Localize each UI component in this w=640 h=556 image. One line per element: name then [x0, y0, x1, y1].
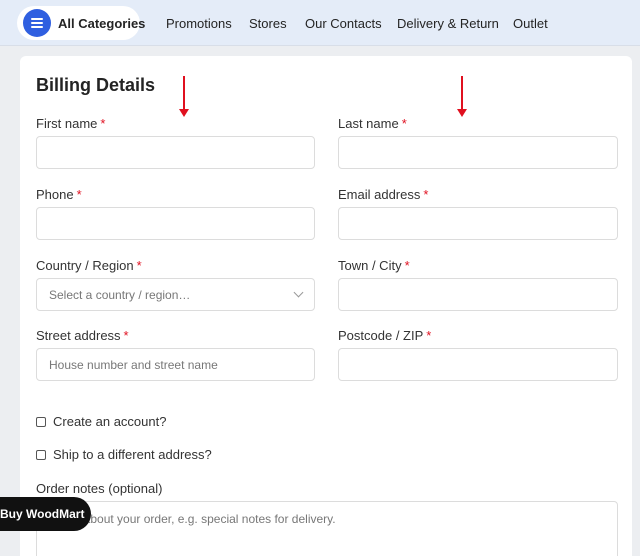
billing-details-title: Billing Details — [36, 75, 156, 95]
all-categories-button[interactable]: All Categories — [17, 6, 145, 40]
annotation-arrow-left — [179, 76, 189, 117]
first-name-label: First name * — [36, 116, 106, 131]
email-field[interactable] — [338, 207, 618, 240]
all-categories-label: All Categories — [58, 16, 146, 31]
top-navigation: All Categories Promotions Stores Our Con… — [0, 0, 640, 46]
nav-item-stores[interactable]: Stores — [249, 16, 287, 31]
required-mark: * — [423, 187, 429, 202]
postcode-label: Postcode / ZIP * — [338, 328, 432, 343]
street-placeholder: House number and street name — [49, 358, 218, 372]
order-notes-placeholder: Notes about your order, e.g. special not… — [49, 512, 336, 526]
country-placeholder: Select a country / region… — [49, 288, 191, 302]
nav-item-promotions[interactable]: Promotions — [166, 16, 232, 31]
last-name-field[interactable] — [338, 136, 618, 169]
buy-woodmart-button[interactable]: Buy WoodMart — [0, 497, 91, 531]
required-mark: * — [76, 187, 82, 202]
hamburger-menu-icon — [23, 9, 51, 37]
required-mark: * — [401, 116, 407, 131]
order-notes-textarea[interactable]: Notes about your order, e.g. special not… — [36, 501, 618, 556]
required-mark: * — [136, 258, 142, 273]
phone-label: Phone * — [36, 187, 82, 202]
required-mark: * — [123, 328, 129, 343]
ship-different-checkbox[interactable] — [36, 450, 46, 460]
street-field[interactable]: House number and street name — [36, 348, 315, 381]
required-mark: * — [100, 116, 106, 131]
first-name-field[interactable] — [36, 136, 315, 169]
country-label: Country / Region * — [36, 258, 142, 273]
required-mark: * — [404, 258, 410, 273]
email-label: Email address * — [338, 187, 429, 202]
last-name-label: Last name * — [338, 116, 407, 131]
required-mark: * — [426, 328, 432, 343]
annotation-arrow-right — [457, 76, 467, 117]
order-notes-label: Order notes (optional) — [36, 481, 163, 496]
city-label: Town / City * — [338, 258, 410, 273]
postcode-field[interactable] — [338, 348, 618, 381]
city-field[interactable] — [338, 278, 618, 311]
country-select[interactable]: Select a country / region… — [36, 278, 315, 311]
create-account-checkbox[interactable] — [36, 417, 46, 427]
ship-different-option[interactable]: Ship to a different address? — [36, 447, 256, 463]
create-account-label: Create an account? — [53, 414, 167, 429]
nav-item-outlet[interactable]: Outlet — [513, 16, 548, 31]
nav-item-our-contacts[interactable]: Our Contacts — [305, 16, 382, 31]
ship-different-label: Ship to a different address? — [53, 447, 212, 462]
create-account-option[interactable]: Create an account? — [36, 414, 236, 430]
street-label: Street address * — [36, 328, 129, 343]
chevron-down-icon — [293, 287, 304, 298]
nav-item-delivery-return[interactable]: Delivery & Return — [397, 16, 499, 31]
phone-field[interactable] — [36, 207, 315, 240]
